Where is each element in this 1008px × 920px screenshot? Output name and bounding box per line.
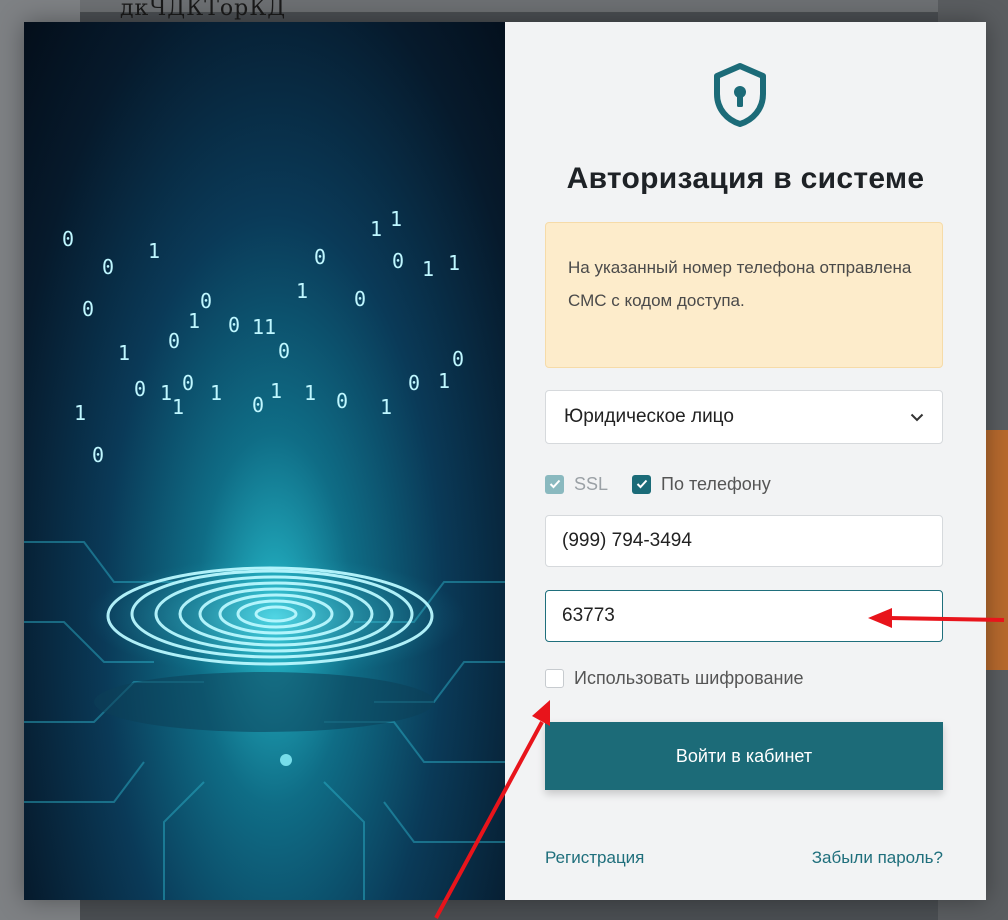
svg-text:0: 0: [278, 339, 290, 363]
svg-text:1: 1: [296, 279, 308, 303]
by-phone-checkbox[interactable]: [632, 474, 652, 494]
svg-text:0: 0: [102, 255, 114, 279]
svg-text:0: 0: [252, 393, 264, 417]
svg-text:0: 0: [392, 249, 404, 273]
encryption-option: Использовать шифрование: [545, 668, 804, 689]
entity-type-select[interactable]: Юридическое лицо: [545, 390, 943, 444]
sms-code-value: 63773: [562, 605, 615, 626]
login-form: Авторизация в системе На указанный номер…: [505, 22, 986, 900]
svg-text:1: 1: [148, 239, 160, 263]
svg-text:11: 11: [252, 315, 276, 339]
svg-text:0: 0: [228, 313, 240, 337]
svg-text:1: 1: [380, 395, 392, 419]
svg-text:0: 0: [82, 297, 94, 321]
svg-text:0: 0: [92, 443, 104, 467]
svg-text:1: 1: [188, 309, 200, 333]
svg-text:1: 1: [210, 381, 222, 405]
background-top-text: дкЧДКТорКД: [120, 0, 287, 21]
register-link[interactable]: Регистрация: [545, 848, 644, 868]
svg-text:1: 1: [304, 381, 316, 405]
hero-image: 001 010 010 11 0 0 101 101 100 101 101 101…: [24, 22, 505, 900]
checkmark-icon: [636, 479, 647, 489]
ssl-label: SSL: [574, 473, 609, 494]
encryption-label: Использовать шифрование: [574, 668, 804, 688]
checkmark-icon: [549, 479, 560, 489]
svg-text:1: 1: [370, 217, 382, 241]
sms-sent-alert: На указанный номер телефона отправлена С…: [545, 222, 943, 368]
svg-text:0: 0: [314, 245, 326, 269]
svg-text:0: 0: [62, 227, 74, 251]
by-phone-label: По телефону: [661, 473, 771, 494]
svg-text:0: 0: [200, 289, 212, 313]
login-modal: 001 010 010 11 0 0 101 101 100 101 101 101…: [24, 22, 986, 900]
svg-text:1: 1: [160, 381, 172, 405]
chevron-down-icon: [910, 413, 924, 421]
ssl-checkbox[interactable]: [545, 474, 564, 494]
svg-text:1: 1: [74, 401, 86, 425]
svg-text:1: 1: [438, 369, 450, 393]
sms-code-field[interactable]: 63773: [545, 590, 943, 642]
svg-text:1: 1: [422, 257, 434, 281]
svg-text:1: 1: [270, 379, 282, 403]
auth-options: SSL По телефону: [545, 472, 771, 496]
forgot-password-link[interactable]: Забыли пароль?: [812, 848, 943, 868]
phone-value: (999) 794-3494: [562, 530, 692, 551]
svg-text:0: 0: [408, 371, 420, 395]
svg-text:0: 0: [182, 371, 194, 395]
svg-text:0: 0: [336, 389, 348, 413]
page-title: Авторизация в системе: [566, 162, 925, 195]
encryption-checkbox[interactable]: [545, 669, 564, 688]
login-button[interactable]: Войти в кабинет: [545, 722, 943, 790]
svg-text:0: 0: [354, 287, 366, 311]
shield-lock-icon: [714, 63, 766, 127]
svg-text:0: 0: [134, 377, 146, 401]
svg-text:0: 0: [452, 347, 464, 371]
svg-text:1: 1: [118, 341, 130, 365]
svg-text:1: 1: [390, 207, 402, 231]
entity-type-value: Юридическое лицо: [564, 406, 734, 427]
phone-field[interactable]: (999) 794-3494: [545, 515, 943, 567]
svg-text:0: 0: [168, 329, 180, 353]
svg-text:1: 1: [448, 251, 460, 275]
svg-text:1: 1: [172, 395, 184, 419]
auth-links: Регистрация Забыли пароль?: [545, 848, 943, 868]
digital-fingerprint-illustration: 001 01 0 01 0 1100 1 01 10 1 100 1 01 1 01 101…: [24, 207, 505, 900]
